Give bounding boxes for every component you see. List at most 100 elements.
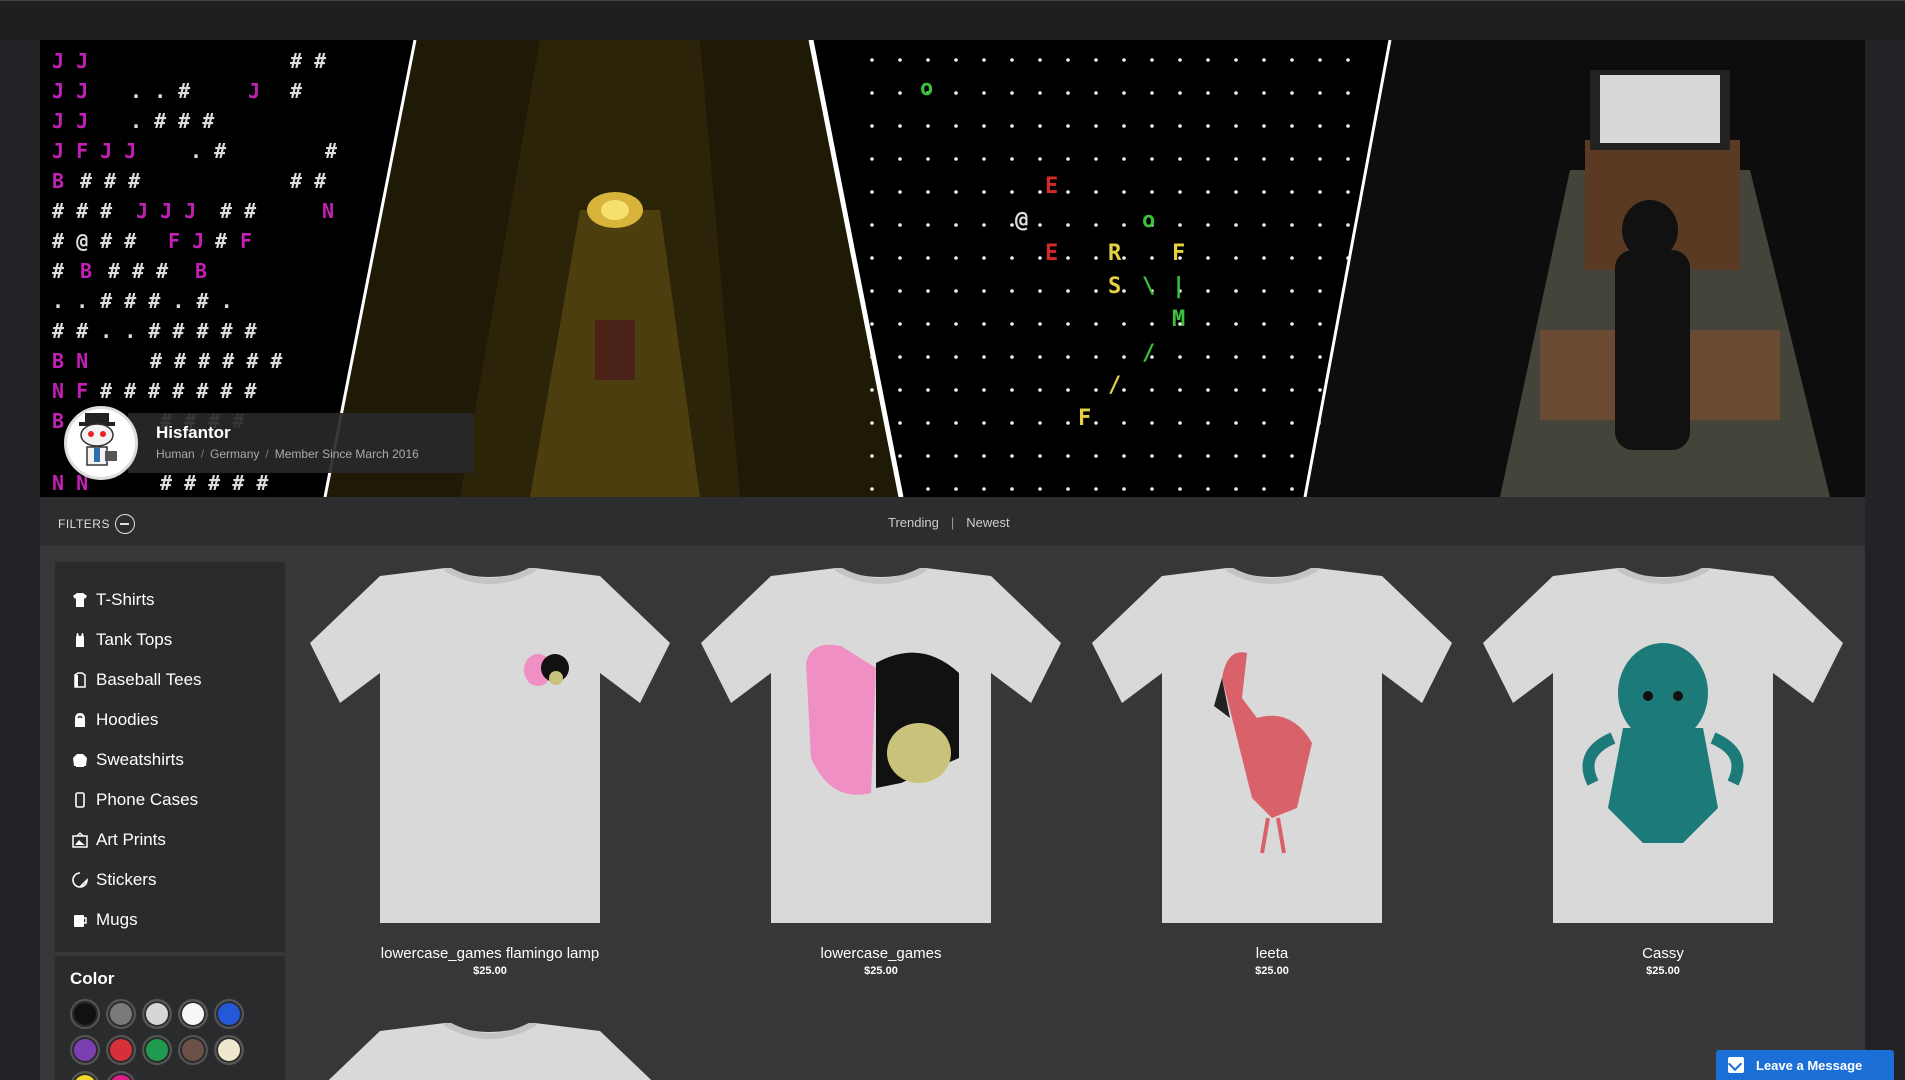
color-swatch[interactable] bbox=[214, 1035, 244, 1065]
banner-dot bbox=[1038, 157, 1042, 161]
filters-toggle[interactable]: FILTERS bbox=[58, 514, 135, 534]
tshirt-product-image[interactable] bbox=[310, 565, 670, 928]
product-card-3[interactable]: leeta $25.00 bbox=[1092, 565, 1452, 977]
color-swatch[interactable] bbox=[214, 999, 244, 1029]
banner-dot bbox=[926, 322, 930, 326]
color-swatch[interactable] bbox=[142, 1035, 172, 1065]
banner-dot bbox=[1234, 421, 1238, 425]
sidebar-item-tshirts[interactable]: T-Shirts bbox=[72, 580, 285, 620]
product-card-4[interactable]: Cassy $25.00 bbox=[1483, 565, 1843, 977]
banner-dot bbox=[1206, 223, 1210, 227]
color-swatch[interactable] bbox=[70, 999, 100, 1029]
banner-dot bbox=[1010, 454, 1014, 458]
color-swatch[interactable] bbox=[70, 1071, 100, 1080]
product-card-2[interactable]: lowercase_games $25.00 bbox=[701, 565, 1061, 977]
tshirt-product-image[interactable] bbox=[310, 1023, 670, 1080]
banner-dot bbox=[982, 322, 986, 326]
svg-text:# #: # # bbox=[220, 199, 256, 223]
banner-dot bbox=[1206, 157, 1210, 161]
sort-newest[interactable]: Newest bbox=[966, 515, 1009, 530]
svg-text:|: | bbox=[1172, 274, 1185, 299]
banner-dot bbox=[870, 487, 874, 491]
banner-dot bbox=[1234, 157, 1238, 161]
banner-dot bbox=[1010, 256, 1014, 260]
banner-dot bbox=[1290, 58, 1294, 62]
banner-dot bbox=[898, 58, 902, 62]
color-swatch[interactable] bbox=[142, 999, 172, 1029]
banner-dot bbox=[1066, 388, 1070, 392]
banner-dot bbox=[1010, 124, 1014, 128]
product-card-1[interactable]: lowercase_games flamingo lamp $25.00 bbox=[310, 565, 670, 977]
banner-dot bbox=[1122, 124, 1126, 128]
tshirt-product-image[interactable] bbox=[1483, 565, 1843, 928]
color-swatch[interactable] bbox=[106, 1071, 136, 1080]
banner-dot bbox=[870, 124, 874, 128]
banner-dot bbox=[1178, 454, 1182, 458]
product-name[interactable]: leeta bbox=[1092, 945, 1452, 962]
banner-dot bbox=[1346, 58, 1350, 62]
product-name[interactable]: Cassy bbox=[1483, 945, 1843, 962]
banner-dot bbox=[954, 355, 958, 359]
banner-dot bbox=[926, 157, 930, 161]
banner-dot bbox=[870, 223, 874, 227]
product-price: $25.00 bbox=[473, 965, 507, 977]
leave-message-button[interactable]: Leave a Message bbox=[1716, 1050, 1894, 1080]
sidebar-item-label: Hoodies bbox=[96, 710, 159, 729]
sort-trending[interactable]: Trending bbox=[888, 515, 939, 530]
color-swatch[interactable] bbox=[178, 999, 208, 1029]
banner-dot bbox=[1178, 91, 1182, 95]
svg-text:# # #: # # # bbox=[80, 169, 140, 193]
collapse-minus-icon[interactable] bbox=[114, 514, 135, 534]
tshirt-product-image[interactable] bbox=[1092, 565, 1452, 928]
banner-dot bbox=[1038, 322, 1042, 326]
banner-dot bbox=[1094, 58, 1098, 62]
sidebar-item-tank-tops[interactable]: Tank Tops bbox=[72, 620, 285, 660]
banner-dot bbox=[1150, 421, 1154, 425]
banner-dot bbox=[1010, 289, 1014, 293]
sidebar-item-stickers[interactable]: Stickers bbox=[72, 860, 285, 900]
sidebar-item-mugs[interactable]: Mugs bbox=[72, 900, 285, 940]
profile-name-card: Hisfantor Human / Germany / Member Since Mar… bbox=[128, 413, 474, 473]
sidebar-item-sweatshirts[interactable]: Sweatshirts bbox=[72, 740, 285, 780]
color-filter: Color bbox=[55, 956, 285, 1080]
product-card-5[interactable] bbox=[310, 1023, 670, 1080]
color-swatches bbox=[70, 999, 285, 1080]
banner-dot bbox=[926, 289, 930, 293]
sidebar-item-label: Phone Cases bbox=[96, 790, 199, 809]
svg-text:# # # # # # #: # # # # # # # bbox=[100, 379, 257, 403]
banner-dot bbox=[1206, 124, 1210, 128]
banner-dot bbox=[926, 421, 930, 425]
banner-dot bbox=[982, 58, 986, 62]
banner-dot bbox=[982, 487, 986, 491]
banner-dot bbox=[982, 289, 986, 293]
banner-dot bbox=[1010, 223, 1014, 227]
tshirt-product-image[interactable] bbox=[701, 565, 1061, 928]
banner-dot bbox=[1122, 289, 1126, 293]
sidebar-item-label: Mugs bbox=[96, 910, 138, 929]
svg-text:#: # bbox=[215, 229, 227, 253]
banner-dot bbox=[1122, 388, 1126, 392]
banner-dot bbox=[1066, 124, 1070, 128]
svg-text:/: / bbox=[1142, 341, 1155, 366]
product-name[interactable]: lowercase_games bbox=[701, 945, 1061, 962]
banner-dot bbox=[1262, 157, 1266, 161]
sidebar-item-hoodies[interactable]: Hoodies bbox=[72, 700, 285, 740]
banner-dot bbox=[1290, 487, 1294, 491]
color-swatch[interactable] bbox=[178, 1035, 208, 1065]
banner-dot bbox=[1094, 223, 1098, 227]
product-name[interactable]: lowercase_games flamingo lamp bbox=[310, 945, 670, 962]
avatar[interactable] bbox=[64, 406, 138, 480]
banner-dot bbox=[1122, 322, 1126, 326]
color-swatch[interactable] bbox=[106, 1035, 136, 1065]
banner-dot bbox=[1066, 355, 1070, 359]
color-swatch[interactable] bbox=[70, 1035, 100, 1065]
sidebar-item-phone-cases[interactable]: Phone Cases bbox=[72, 780, 285, 820]
banner-dot bbox=[1262, 454, 1266, 458]
banner-dot bbox=[870, 190, 874, 194]
banner-dot bbox=[1262, 91, 1266, 95]
svg-text:B: B bbox=[52, 409, 64, 433]
color-swatch[interactable] bbox=[106, 999, 136, 1029]
banner-dot bbox=[982, 421, 986, 425]
sidebar-item-art-prints[interactable]: Art Prints bbox=[72, 820, 285, 860]
sidebar-item-baseball-tees[interactable]: Baseball Tees bbox=[72, 660, 285, 700]
